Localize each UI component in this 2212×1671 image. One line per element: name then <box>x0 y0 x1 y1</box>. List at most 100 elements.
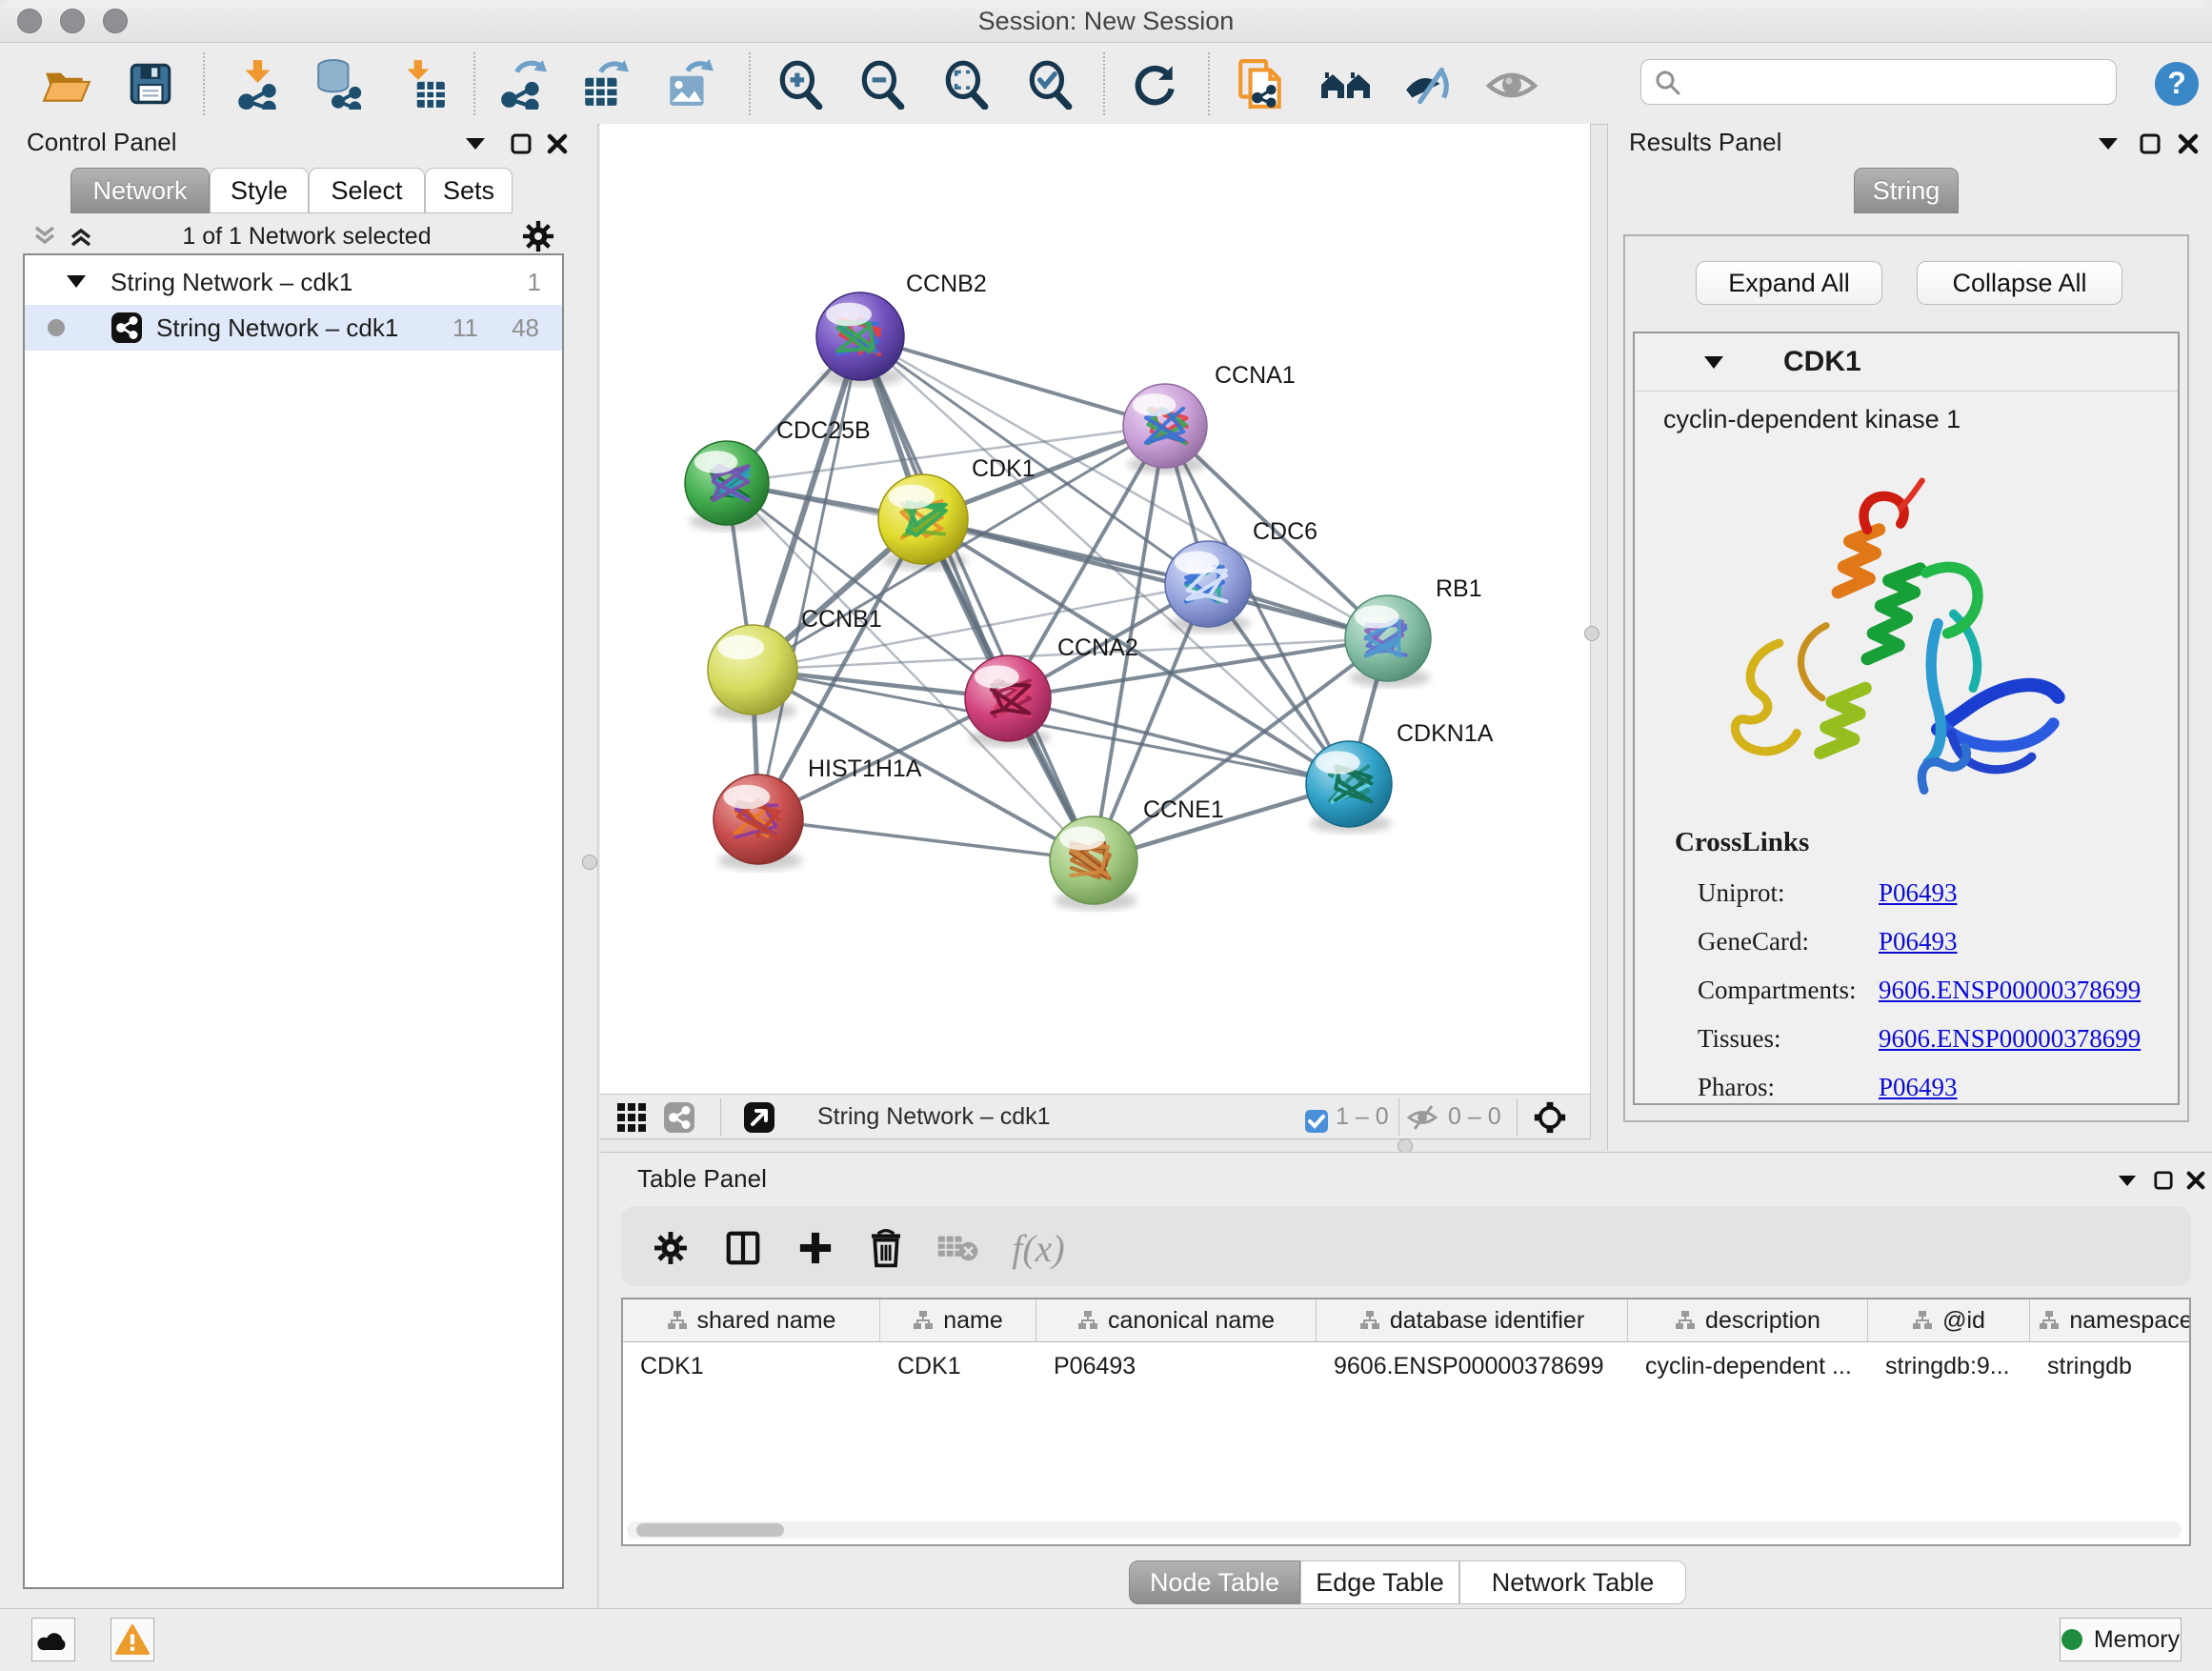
network-edge[interactable] <box>860 336 1165 426</box>
warnings-button[interactable] <box>111 1618 154 1661</box>
network-collection-row[interactable]: String Network – cdk1 1 <box>25 259 562 305</box>
cdk1-entry-header[interactable]: CDK1 <box>1635 333 2178 392</box>
selected-checkbox[interactable] <box>1300 1105 1333 1137</box>
export-image-button[interactable] <box>662 56 717 111</box>
column-header-canonical-name[interactable]: canonical name <box>1036 1299 1317 1341</box>
network-node-hist1h1a[interactable]: HIST1H1A <box>714 755 922 871</box>
results-panel-float-button[interactable] <box>2092 130 2124 158</box>
column-header-namespace[interactable]: namespace <box>2030 1299 2191 1341</box>
cell-namespace[interactable]: stringdb <box>2030 1342 2191 1390</box>
zoom-out-button[interactable] <box>855 56 910 111</box>
cell-name[interactable]: CDK1 <box>880 1342 1036 1390</box>
hidden-eye-icon[interactable] <box>1406 1101 1438 1134</box>
tab-sets[interactable]: Sets <box>425 168 513 213</box>
import-table-button[interactable] <box>395 56 451 111</box>
refresh-button[interactable] <box>1127 56 1182 111</box>
column-header-description[interactable]: description <box>1628 1299 1868 1341</box>
memory-button[interactable]: Memory <box>2060 1618 2182 1661</box>
cloud-service-button[interactable] <box>31 1618 75 1661</box>
network-node-rb1[interactable]: RB1 <box>1345 575 1482 687</box>
column-header-shared-name[interactable]: shared name <box>623 1299 880 1341</box>
table-panel-close-button[interactable] <box>2180 1166 2212 1195</box>
crosslink-pharos-link[interactable]: P06493 <box>1879 1073 1958 1102</box>
table-panel-maximize-button[interactable] <box>2147 1166 2180 1195</box>
crosslink-tissues-link[interactable]: 9606.ENSP00000378699 <box>1879 1024 2141 1054</box>
table-panel-float-button[interactable] <box>2111 1166 2143 1195</box>
control-panel-float-button[interactable] <box>459 130 492 158</box>
column-header-database-identifier[interactable]: database identifier <box>1317 1299 1628 1341</box>
show-all-button[interactable] <box>1484 56 1539 111</box>
control-panel-close-button[interactable] <box>541 130 573 158</box>
grid-view-icon[interactable] <box>615 1101 648 1134</box>
clone-network-button[interactable] <box>1234 56 1289 111</box>
scrollbar-thumb[interactable] <box>636 1523 784 1537</box>
first-neighbors-button[interactable] <box>1318 56 1374 111</box>
network-options-gear-icon[interactable] <box>520 218 556 254</box>
network-view-type-icon[interactable] <box>663 1101 695 1134</box>
network-edge[interactable] <box>923 519 1388 638</box>
search-input[interactable] <box>1681 68 2116 96</box>
tab-node-table[interactable]: Node Table <box>1129 1560 1300 1604</box>
right-splitter-handle[interactable] <box>1584 626 1599 641</box>
network-node-cdc25b[interactable]: CDC25B <box>685 417 871 531</box>
save-session-button[interactable] <box>123 56 178 111</box>
import-network-database-button[interactable] <box>310 56 365 111</box>
window-zoom-button[interactable] <box>103 9 128 33</box>
network-row-selected[interactable]: String Network – cdk1 11 48 <box>25 305 562 351</box>
tab-style[interactable]: Style <box>210 168 309 213</box>
cell-shared-name[interactable]: CDK1 <box>623 1342 880 1390</box>
tab-string[interactable]: String <box>1854 168 1959 213</box>
collapse-all-networks-icon[interactable] <box>32 224 57 249</box>
network-edge[interactable] <box>758 819 1094 860</box>
show-columns-icon[interactable] <box>718 1223 768 1273</box>
cell-id[interactable]: stringdb:9... <box>1868 1342 2030 1390</box>
function-builder-icon-disabled[interactable]: f(x) <box>1000 1223 1076 1273</box>
delete-column-icon[interactable] <box>861 1223 911 1273</box>
zoom-fit-button[interactable] <box>938 56 994 111</box>
open-session-button[interactable] <box>39 56 94 111</box>
results-panel-close-button[interactable] <box>2172 130 2204 158</box>
network-canvas[interactable]: CCNB2CCNA1CDC25BCDK1CDC6RB1CCNB1CCNA2CDK… <box>600 124 1591 1094</box>
table-horizontal-scrollbar[interactable] <box>627 1521 2182 1539</box>
crosslink-uniprot-link[interactable]: P06493 <box>1879 878 1958 908</box>
column-header-name[interactable]: name <box>880 1299 1036 1341</box>
entry-expander-icon[interactable] <box>1703 355 1724 370</box>
tab-network-table[interactable]: Network Table <box>1459 1560 1686 1604</box>
network-node-ccnb2[interactable]: CCNB2 <box>816 271 987 386</box>
table-options-gear-icon[interactable] <box>646 1223 695 1273</box>
expand-all-button[interactable]: Expand All <box>1696 261 1882 305</box>
zoom-in-button[interactable] <box>773 56 828 111</box>
create-column-icon[interactable] <box>791 1223 840 1273</box>
help-button[interactable]: ? <box>2149 56 2204 111</box>
zoom-selected-button[interactable] <box>1022 56 1077 111</box>
hide-selection-button[interactable] <box>1400 56 1456 111</box>
tab-network[interactable]: Network <box>70 168 210 213</box>
expand-all-networks-icon[interactable] <box>69 224 93 249</box>
import-network-file-button[interactable] <box>231 56 286 111</box>
tab-edge-table[interactable]: Edge Table <box>1300 1560 1459 1604</box>
collapse-all-button[interactable]: Collapse All <box>1917 261 2122 305</box>
crosslink-compartments-link[interactable]: 9606.ENSP00000378699 <box>1879 976 2141 1005</box>
network-node-ccna1[interactable]: CCNA1 <box>1123 362 1296 473</box>
window-minimize-button[interactable] <box>60 9 85 33</box>
crosshair-icon[interactable] <box>1534 1101 1566 1134</box>
window-close-button[interactable] <box>17 9 42 33</box>
export-network-button[interactable] <box>495 56 551 111</box>
left-splitter-handle[interactable] <box>582 855 597 870</box>
cell-description[interactable]: cyclin-dependent ... <box>1628 1342 1868 1390</box>
tab-select[interactable]: Select <box>309 168 425 213</box>
network-node-cdkn1a[interactable]: CDKN1A <box>1306 720 1494 833</box>
column-header-id[interactable]: @id <box>1868 1299 2030 1341</box>
control-panel-maximize-button[interactable] <box>505 130 537 158</box>
search-field[interactable] <box>1640 59 2117 105</box>
results-panel-maximize-button[interactable] <box>2134 130 2166 158</box>
delete-table-icon-disabled[interactable] <box>934 1223 983 1273</box>
network-node-ccne1[interactable]: CCNE1 <box>1050 796 1224 910</box>
network-edge[interactable] <box>758 336 860 819</box>
cell-database-identifier[interactable]: 9606.ENSP00000378699 <box>1317 1342 1628 1390</box>
cell-canonical-name[interactable]: P06493 <box>1036 1342 1317 1390</box>
birdseye-view-icon[interactable] <box>743 1101 775 1134</box>
export-table-button[interactable] <box>577 56 633 111</box>
network-node-ccnb1[interactable]: CCNB1 <box>708 606 882 721</box>
crosslink-genecard-link[interactable]: P06493 <box>1879 927 1958 956</box>
